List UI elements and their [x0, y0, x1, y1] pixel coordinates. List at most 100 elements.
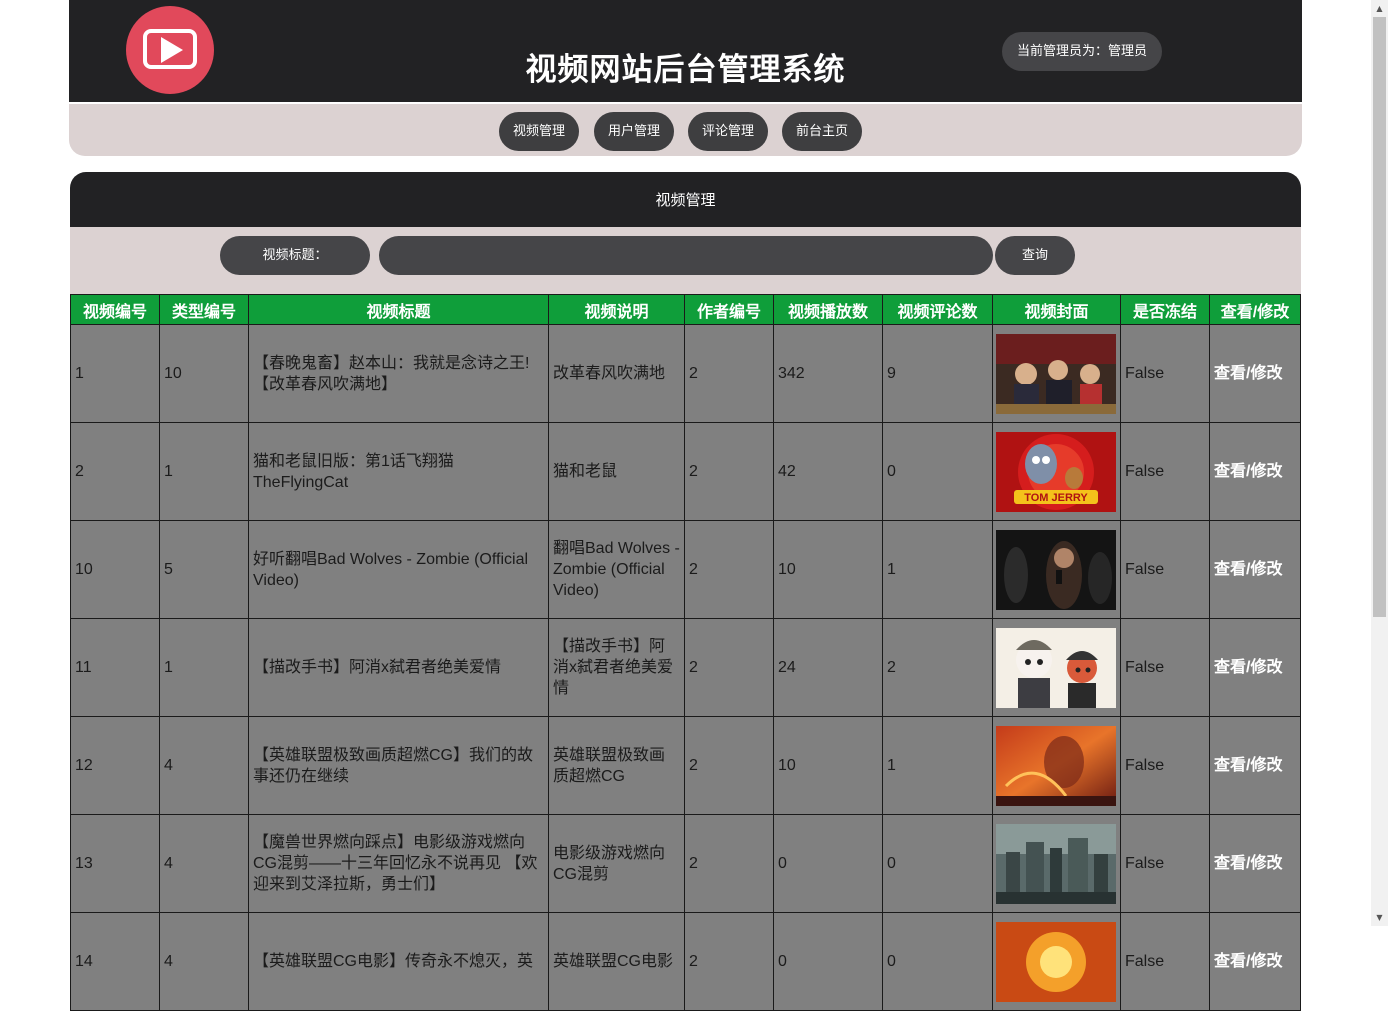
video-cover-image — [992, 716, 1121, 815]
cell-type-id: 4 — [159, 814, 249, 913]
search-button[interactable]: 查询 — [995, 236, 1075, 275]
view-edit-link[interactable]: 查看/修改 — [1214, 659, 1282, 676]
table-row: 14 4 【英雄联盟CG电影】传奇永不熄灭，英 英雄联盟CG电影 2 0 0 False 查看/… — [70, 912, 1301, 1011]
scroll-thumb[interactable] — [1373, 17, 1386, 617]
cell-view-edit: 查看/修改 — [1209, 618, 1301, 717]
cell-frozen: False — [1120, 520, 1210, 619]
cell-video-title: 猫和老鼠旧版：第1话飞翔猫 TheFlyingCat — [248, 422, 549, 521]
cell-play-count: 10 — [773, 716, 883, 815]
cell-play-count: 342 — [773, 324, 883, 423]
video-cover-image — [992, 814, 1121, 913]
view-edit-link[interactable]: 查看/修改 — [1214, 365, 1282, 382]
cell-video-id: 11 — [70, 618, 160, 717]
col-play-count: 视频播放数 — [773, 294, 883, 325]
col-author-id: 作者编号 — [684, 294, 774, 325]
cell-video-desc: 电影级游戏燃向CG混剪 — [548, 814, 685, 913]
cell-type-id: 1 — [159, 422, 249, 521]
cell-video-desc: 改革春风吹满地 — [548, 324, 685, 423]
cell-play-count: 42 — [773, 422, 883, 521]
cell-view-edit: 查看/修改 — [1209, 912, 1301, 1011]
cell-type-id: 1 — [159, 618, 249, 717]
table-row: 11 1 【描改手书】阿消x弑君者绝美爱情 【描改手书】阿消x弑君者绝美爱情 2 24 2 F… — [70, 618, 1301, 717]
cell-view-edit: 查看/修改 — [1209, 422, 1301, 521]
view-edit-link[interactable]: 查看/修改 — [1214, 953, 1282, 970]
cell-comment-count: 0 — [882, 814, 993, 913]
cell-frozen: False — [1120, 716, 1210, 815]
cell-play-count: 0 — [773, 912, 883, 1011]
cell-video-desc: 【描改手书】阿消x弑君者绝美爱情 — [548, 618, 685, 717]
cell-view-edit: 查看/修改 — [1209, 716, 1301, 815]
cell-type-id: 4 — [159, 716, 249, 815]
cell-video-title: 【英雄联盟极致画质超燃CG】我们的故事还仍在继续 — [248, 716, 549, 815]
video-table: 视频编号 类型编号 视频标题 视频说明 作者编号 视频播放数 视频评论数 视频封… — [70, 294, 1301, 1011]
cell-play-count: 0 — [773, 814, 883, 913]
cell-comment-count: 9 — [882, 324, 993, 423]
view-edit-link[interactable]: 查看/修改 — [1214, 463, 1282, 480]
search-bar: 视频标题： 查询 — [70, 227, 1301, 294]
cell-video-desc: 英雄联盟CG电影 — [548, 912, 685, 1011]
table-row: 13 4 【魔兽世界燃向踩点】电影级游戏燃向CG混剪——十三年回忆永不说再见 【欢迎… — [70, 814, 1301, 913]
col-frozen: 是否冻结 — [1120, 294, 1210, 325]
cell-author-id: 2 — [684, 814, 774, 913]
col-video-id: 视频编号 — [70, 294, 160, 325]
table-row: 1 10 【春晚鬼畜】赵本山：我就是念诗之王!【改革春风吹满地】 改革春风吹满地 2 34… — [70, 324, 1301, 423]
cell-comment-count: 1 — [882, 716, 993, 815]
cell-frozen: False — [1120, 618, 1210, 717]
cell-author-id: 2 — [684, 324, 774, 423]
cell-author-id: 2 — [684, 520, 774, 619]
panel-title: 视频管理 — [70, 172, 1301, 227]
cell-video-id: 10 — [70, 520, 160, 619]
video-cover-image — [992, 324, 1121, 423]
search-input[interactable] — [379, 236, 993, 275]
cell-comment-count: 0 — [882, 912, 993, 1011]
col-video-title: 视频标题 — [248, 294, 549, 325]
cell-video-title: 好听翻唱Bad Wolves - Zombie (Official Video) — [248, 520, 549, 619]
table-row: 12 4 【英雄联盟极致画质超燃CG】我们的故事还仍在继续 英雄联盟极致画质超燃CG 2… — [70, 716, 1301, 815]
cell-author-id: 2 — [684, 422, 774, 521]
view-edit-link[interactable]: 查看/修改 — [1214, 561, 1282, 578]
cell-view-edit: 查看/修改 — [1209, 324, 1301, 423]
cell-video-id: 13 — [70, 814, 160, 913]
video-cover-image — [992, 618, 1121, 717]
cell-author-id: 2 — [684, 716, 774, 815]
cell-video-desc: 英雄联盟极致画质超燃CG — [548, 716, 685, 815]
col-type-id: 类型编号 — [159, 294, 249, 325]
cell-play-count: 10 — [773, 520, 883, 619]
cell-comment-count: 0 — [882, 422, 993, 521]
cell-video-id: 2 — [70, 422, 160, 521]
cell-video-desc: 翻唱Bad Wolves - Zombie (Official Video) — [548, 520, 685, 619]
cell-video-id: 12 — [70, 716, 160, 815]
page-scrollbar[interactable]: ▲ ▼ — [1371, 0, 1388, 926]
content-area: 视频管理 视频标题： 查询 视频编号 类型编号 视频标题 视频说明 作者编号 视… — [69, 0, 1302, 1011]
col-cover: 视频封面 — [992, 294, 1121, 325]
cell-video-title: 【英雄联盟CG电影】传奇永不熄灭，英 — [248, 912, 549, 1011]
cell-type-id: 4 — [159, 912, 249, 1011]
cell-frozen: False — [1120, 912, 1210, 1011]
col-comment-count: 视频评论数 — [882, 294, 993, 325]
table-header-row: 视频编号 类型编号 视频标题 视频说明 作者编号 视频播放数 视频评论数 视频封… — [70, 294, 1301, 325]
col-video-desc: 视频说明 — [548, 294, 685, 325]
cell-frozen: False — [1120, 814, 1210, 913]
cell-play-count: 24 — [773, 618, 883, 717]
cell-video-title: 【春晚鬼畜】赵本山：我就是念诗之王!【改革春风吹满地】 — [248, 324, 549, 423]
table-row: 2 1 猫和老鼠旧版：第1话飞翔猫 TheFlyingCat 猫和老鼠 2 42 0 TOM … — [70, 422, 1301, 521]
view-edit-link[interactable]: 查看/修改 — [1214, 855, 1282, 872]
video-cover-image: TOM JERRY — [992, 422, 1121, 521]
view-edit-link[interactable]: 查看/修改 — [1214, 757, 1282, 774]
cell-video-title: 【魔兽世界燃向踩点】电影级游戏燃向CG混剪——十三年回忆永不说再见 【欢迎来到艾… — [248, 814, 549, 913]
cell-video-desc: 猫和老鼠 — [548, 422, 685, 521]
cell-view-edit: 查看/修改 — [1209, 814, 1301, 913]
cell-video-id: 1 — [70, 324, 160, 423]
cell-view-edit: 查看/修改 — [1209, 520, 1301, 619]
cell-type-id: 10 — [159, 324, 249, 423]
cell-video-title: 【描改手书】阿消x弑君者绝美爱情 — [248, 618, 549, 717]
svg-text:TOM JERRY: TOM JERRY — [1024, 492, 1088, 504]
cell-video-id: 14 — [70, 912, 160, 1011]
cell-frozen: False — [1120, 422, 1210, 521]
scroll-down-arrow-icon[interactable]: ▼ — [1371, 909, 1388, 926]
cell-comment-count: 2 — [882, 618, 993, 717]
cell-author-id: 2 — [684, 618, 774, 717]
table-row: 10 5 好听翻唱Bad Wolves - Zombie (Official Vid… — [70, 520, 1301, 619]
cell-type-id: 5 — [159, 520, 249, 619]
scroll-up-arrow-icon[interactable]: ▲ — [1371, 0, 1388, 17]
